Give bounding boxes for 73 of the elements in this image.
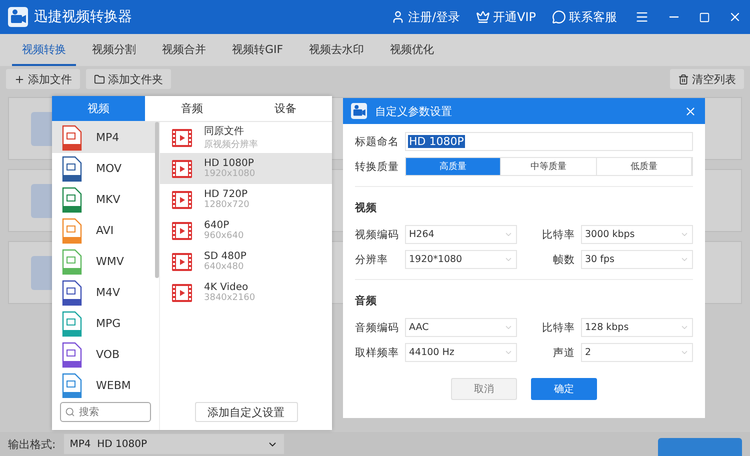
maximize-icon[interactable] bbox=[699, 12, 710, 22]
search-icon bbox=[65, 407, 75, 417]
dropdown[interactable]: 3000 kbps bbox=[581, 225, 693, 244]
user-icon bbox=[390, 10, 405, 24]
tab[interactable]: 视频优化 bbox=[380, 34, 444, 66]
add-custom-button[interactable]: 添加自定义设置 bbox=[194, 402, 298, 422]
field-label: 标题命名 bbox=[355, 134, 399, 148]
cancel-button[interactable]: 取消 bbox=[451, 378, 517, 400]
dropdown[interactable]: 1920*1080 bbox=[405, 250, 517, 269]
quality-option[interactable]: 高质量 bbox=[406, 158, 502, 175]
output-format-label: 输出格式: bbox=[8, 436, 56, 452]
field-label: 取样频率 bbox=[355, 346, 399, 360]
trash-icon bbox=[678, 74, 689, 84]
header-link[interactable]: 开通VIP bbox=[476, 8, 536, 26]
dropdown[interactable]: 2 bbox=[581, 343, 693, 362]
add-folder-button[interactable]: 添加文件夹 bbox=[86, 69, 171, 89]
format-item[interactable]: MP4 bbox=[52, 122, 159, 153]
film-icon bbox=[172, 252, 192, 270]
field-label: 比特率 bbox=[541, 228, 575, 242]
dropdown[interactable]: AAC bbox=[405, 318, 517, 337]
section-heading: 视频 bbox=[355, 201, 378, 215]
chevron-down-icon bbox=[680, 348, 689, 357]
menu-icon[interactable] bbox=[635, 10, 649, 24]
film-icon bbox=[172, 284, 192, 302]
chevron-down-icon bbox=[504, 348, 513, 357]
film-icon bbox=[172, 128, 192, 146]
input-field[interactable]: HD 1080P bbox=[405, 132, 693, 151]
add-file-button[interactable]: 添加文件 bbox=[6, 69, 80, 89]
folder-icon bbox=[94, 74, 105, 84]
field-label: 转换质量 bbox=[355, 160, 399, 174]
confirm-button[interactable]: 确定 bbox=[531, 378, 597, 400]
app-logo-icon bbox=[351, 103, 367, 119]
app-logo-icon bbox=[8, 7, 28, 27]
dialog-title: 自定义参数设置 bbox=[375, 104, 453, 118]
chevron-down-icon bbox=[680, 230, 689, 239]
tab[interactable]: 视频 bbox=[52, 96, 146, 121]
film-icon bbox=[172, 190, 192, 208]
chevron-down-icon bbox=[504, 323, 513, 332]
header-link[interactable]: 注册/登录 bbox=[390, 8, 460, 26]
dropdown[interactable]: H264 bbox=[405, 225, 517, 244]
tab[interactable]: 视频分割 bbox=[82, 34, 146, 66]
field-label: 视频编码 bbox=[355, 228, 399, 242]
output-format-select[interactable]: MP4 HD 1080P bbox=[64, 434, 284, 454]
field-label: 帧数 bbox=[552, 252, 575, 266]
chat-bubble-icon bbox=[552, 10, 566, 24]
preset-item[interactable]: HD 1080P 1920x1080 bbox=[160, 153, 332, 184]
close-icon[interactable] bbox=[728, 10, 742, 24]
film-icon bbox=[172, 160, 192, 178]
search-field[interactable]: 搜索 bbox=[60, 402, 151, 422]
tab[interactable]: 视频转GIF bbox=[222, 34, 294, 66]
chevron-down-icon bbox=[504, 255, 513, 264]
tab[interactable]: 视频合并 bbox=[152, 34, 216, 66]
chevron-down-icon bbox=[504, 230, 513, 239]
close-icon[interactable] bbox=[684, 104, 697, 118]
plus-icon bbox=[14, 74, 25, 84]
window-title: 迅捷视频转换器 bbox=[34, 8, 133, 26]
field-label: 音频编码 bbox=[355, 320, 399, 334]
tab[interactable]: 设备 bbox=[238, 96, 332, 121]
section-heading: 音频 bbox=[355, 294, 378, 308]
chevron-down-icon bbox=[680, 323, 689, 332]
clear-list-button[interactable]: 清空列表 bbox=[670, 69, 744, 89]
film-icon bbox=[172, 222, 192, 240]
dropdown[interactable]: 128 kbps bbox=[581, 318, 693, 337]
chevron-down-icon bbox=[680, 255, 689, 264]
field-label: 比特率 bbox=[541, 320, 575, 334]
start-button[interactable] bbox=[658, 438, 742, 456]
header-link[interactable]: 联系客服 bbox=[552, 8, 617, 26]
dropdown[interactable]: 44100 Hz bbox=[405, 343, 517, 362]
field-label: 声道 bbox=[552, 346, 575, 360]
crown-icon bbox=[476, 10, 490, 24]
dropdown[interactable]: 30 fps bbox=[581, 250, 693, 269]
tab[interactable]: 视频去水印 bbox=[299, 34, 374, 66]
field-label: 分辨率 bbox=[355, 252, 389, 266]
